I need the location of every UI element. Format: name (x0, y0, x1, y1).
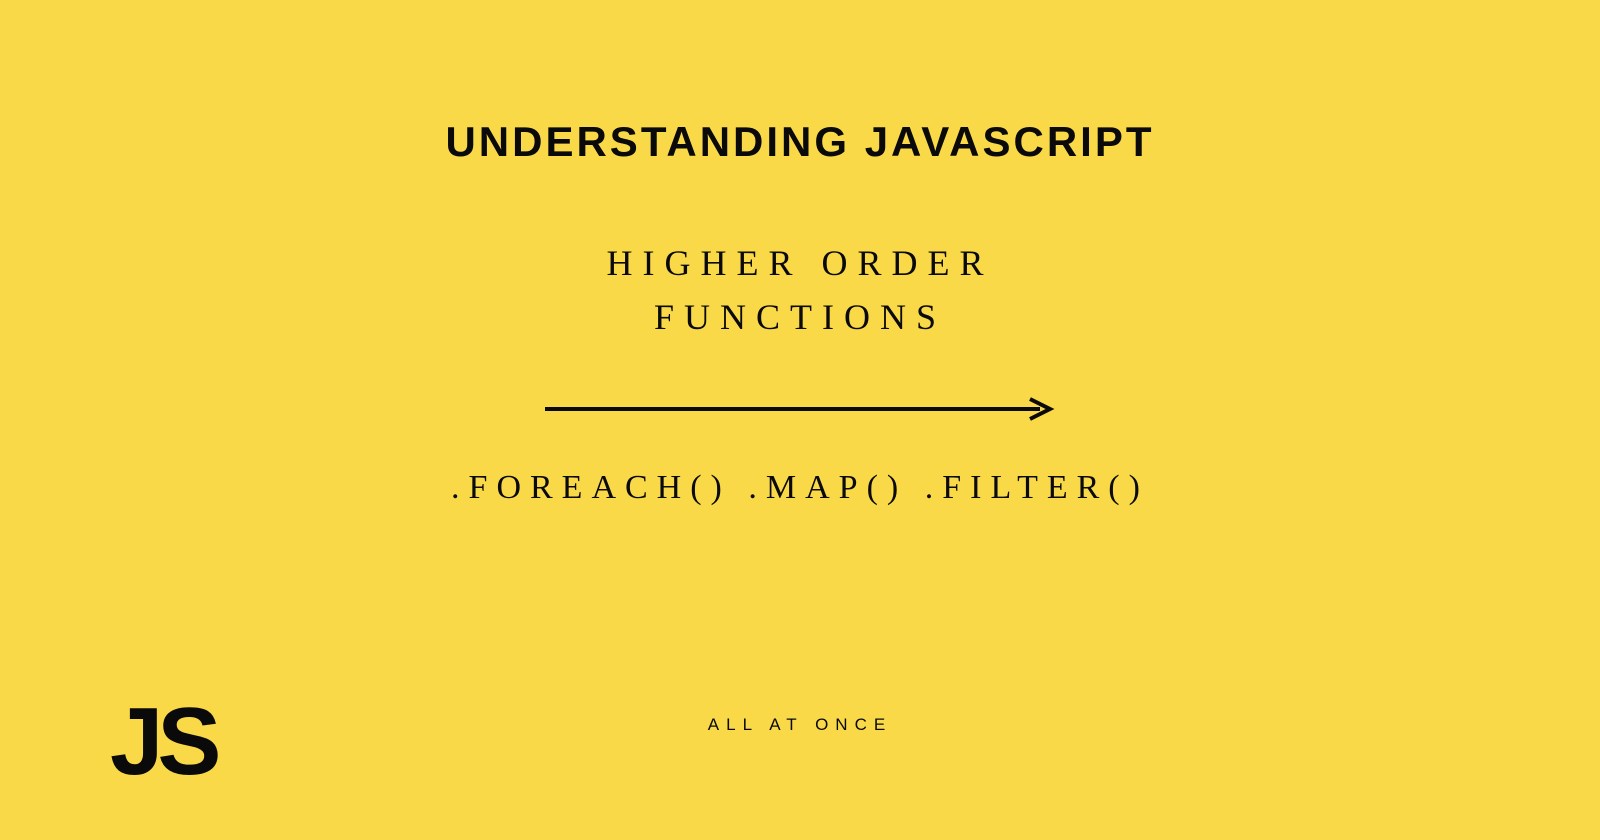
js-logo: JS (110, 694, 215, 790)
footer-text: ALL AT ONCE (708, 715, 892, 735)
methods-text: .FOREACH() .MAP() .FILTER() (451, 469, 1149, 507)
subtitle-line-1: HIGHER ORDER (607, 243, 994, 283)
main-title: UNDERSTANDING JAVASCRIPT (445, 118, 1154, 166)
arrow-icon (540, 394, 1060, 429)
card-container: UNDERSTANDING JAVASCRIPT HIGHER ORDER FU… (0, 0, 1600, 840)
subtitle-line-2: FUNCTIONS (654, 297, 946, 337)
subtitle: HIGHER ORDER FUNCTIONS (607, 236, 994, 344)
